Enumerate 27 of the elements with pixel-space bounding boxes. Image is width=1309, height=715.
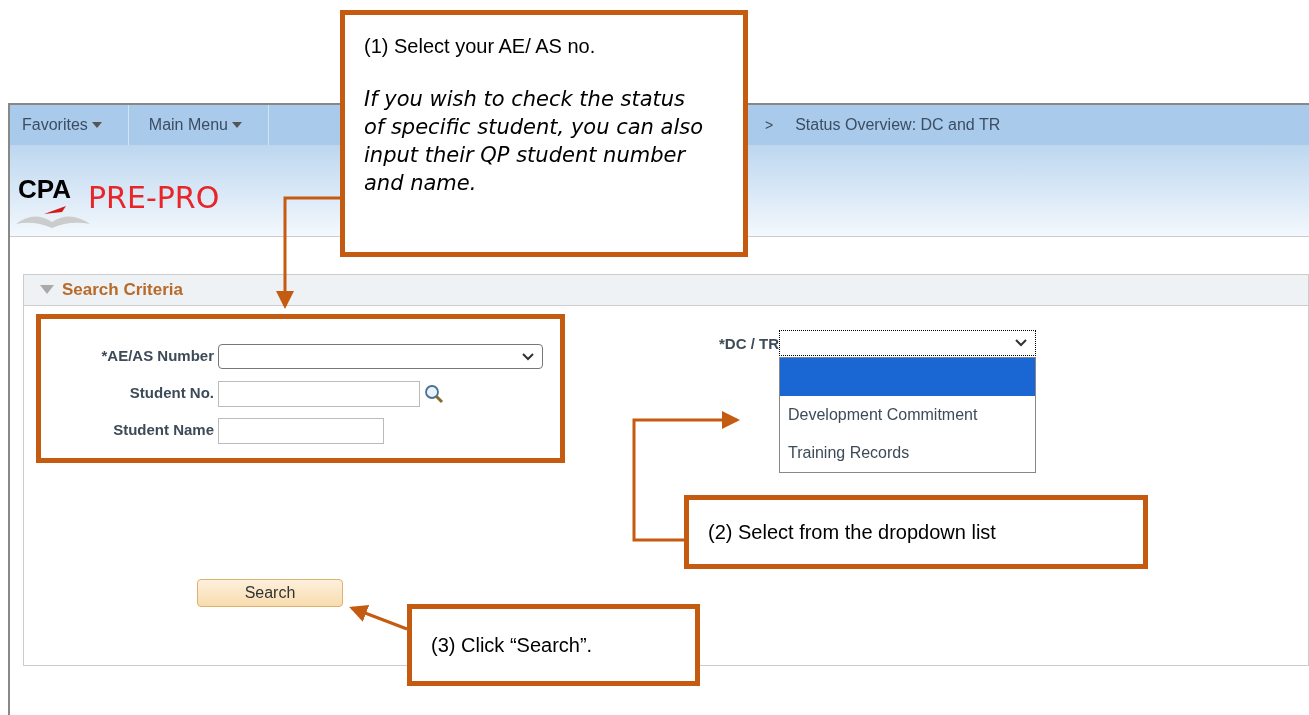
search-icon[interactable] [424, 383, 444, 404]
search-button[interactable]: Search [197, 579, 343, 607]
select-field[interactable] [779, 330, 1036, 356]
select-field[interactable] [218, 344, 543, 369]
section-title: Search Criteria [62, 279, 183, 302]
field-label: *DC / TR [718, 334, 779, 354]
field-label: Student No. [128, 383, 215, 404]
callout-text: (3) Click “Search”. [431, 633, 594, 658]
app-title: PRE-PRO [88, 179, 220, 217]
callout-note: If you wish to check the status of specific student, you can also input their QP student number and name. [364, 86, 704, 197]
chevron-icon [1015, 339, 1027, 347]
breadcrumb-link[interactable]: Status Overview: DC and TR [795, 113, 1001, 137]
callout-text: (2) Select from the dropdown list [708, 520, 997, 545]
field-label: *AE/AS Number [100, 346, 215, 367]
dropdown-option[interactable]: Development Commitment [780, 396, 1035, 434]
collapse-icon[interactable] [40, 285, 54, 295]
section-header[interactable]: Search Criteria [24, 275, 1308, 306]
chevron-icon [522, 352, 534, 361]
dropdown-option[interactable]: Training Records [780, 434, 1035, 472]
input-field[interactable] [218, 417, 384, 444]
breadcrumb-separator: > [764, 115, 774, 135]
logo-mark: CPA [18, 173, 71, 206]
caret-icon [231, 122, 242, 128]
caret-icon [91, 122, 102, 128]
callout-text: (1) Select your AE/ AS no. [364, 34, 597, 59]
input-field[interactable] [218, 380, 420, 407]
field-label: Student Name [112, 420, 215, 441]
